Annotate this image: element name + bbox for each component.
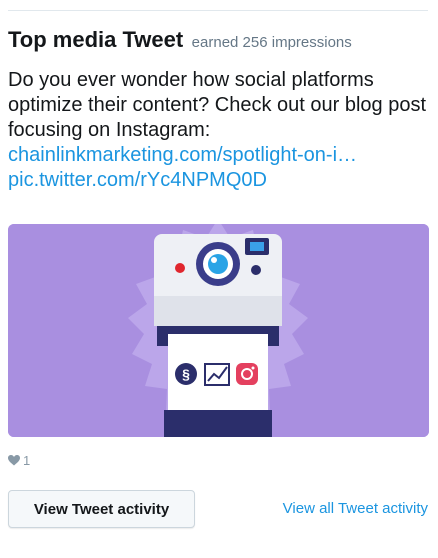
top-media-tweet-card: Top media Tweet earned 256 impressions D… [0,0,438,558]
likes-count: 1 [8,453,30,468]
view-all-tweet-activity-link[interactable]: View all Tweet activity [283,500,428,517]
tweet-link-pic[interactable]: pic.twitter.com/rYc4NPMQ0D [8,168,433,193]
svg-text:§: § [182,366,190,382]
likes-number: 1 [23,453,31,468]
tweet-body: Do you ever wonder how social platforms … [8,69,427,141]
view-tweet-activity-button[interactable]: View Tweet activity [8,490,195,528]
tweet-link-blog[interactable]: chainlinkmarketing.com/spotlight-on-i… [8,143,433,168]
divider [8,10,428,11]
heart-icon [8,455,20,466]
card-title: Top media Tweet [8,27,184,52]
tweet-media-image[interactable]: § [8,224,429,437]
polaroid-camera-illustration: § [8,224,429,437]
card-heading: Top media Tweet earned 256 impressions [8,27,352,53]
tweet-text: Do you ever wonder how social platforms … [8,68,433,193]
impressions-label: earned 256 impressions [191,34,352,51]
